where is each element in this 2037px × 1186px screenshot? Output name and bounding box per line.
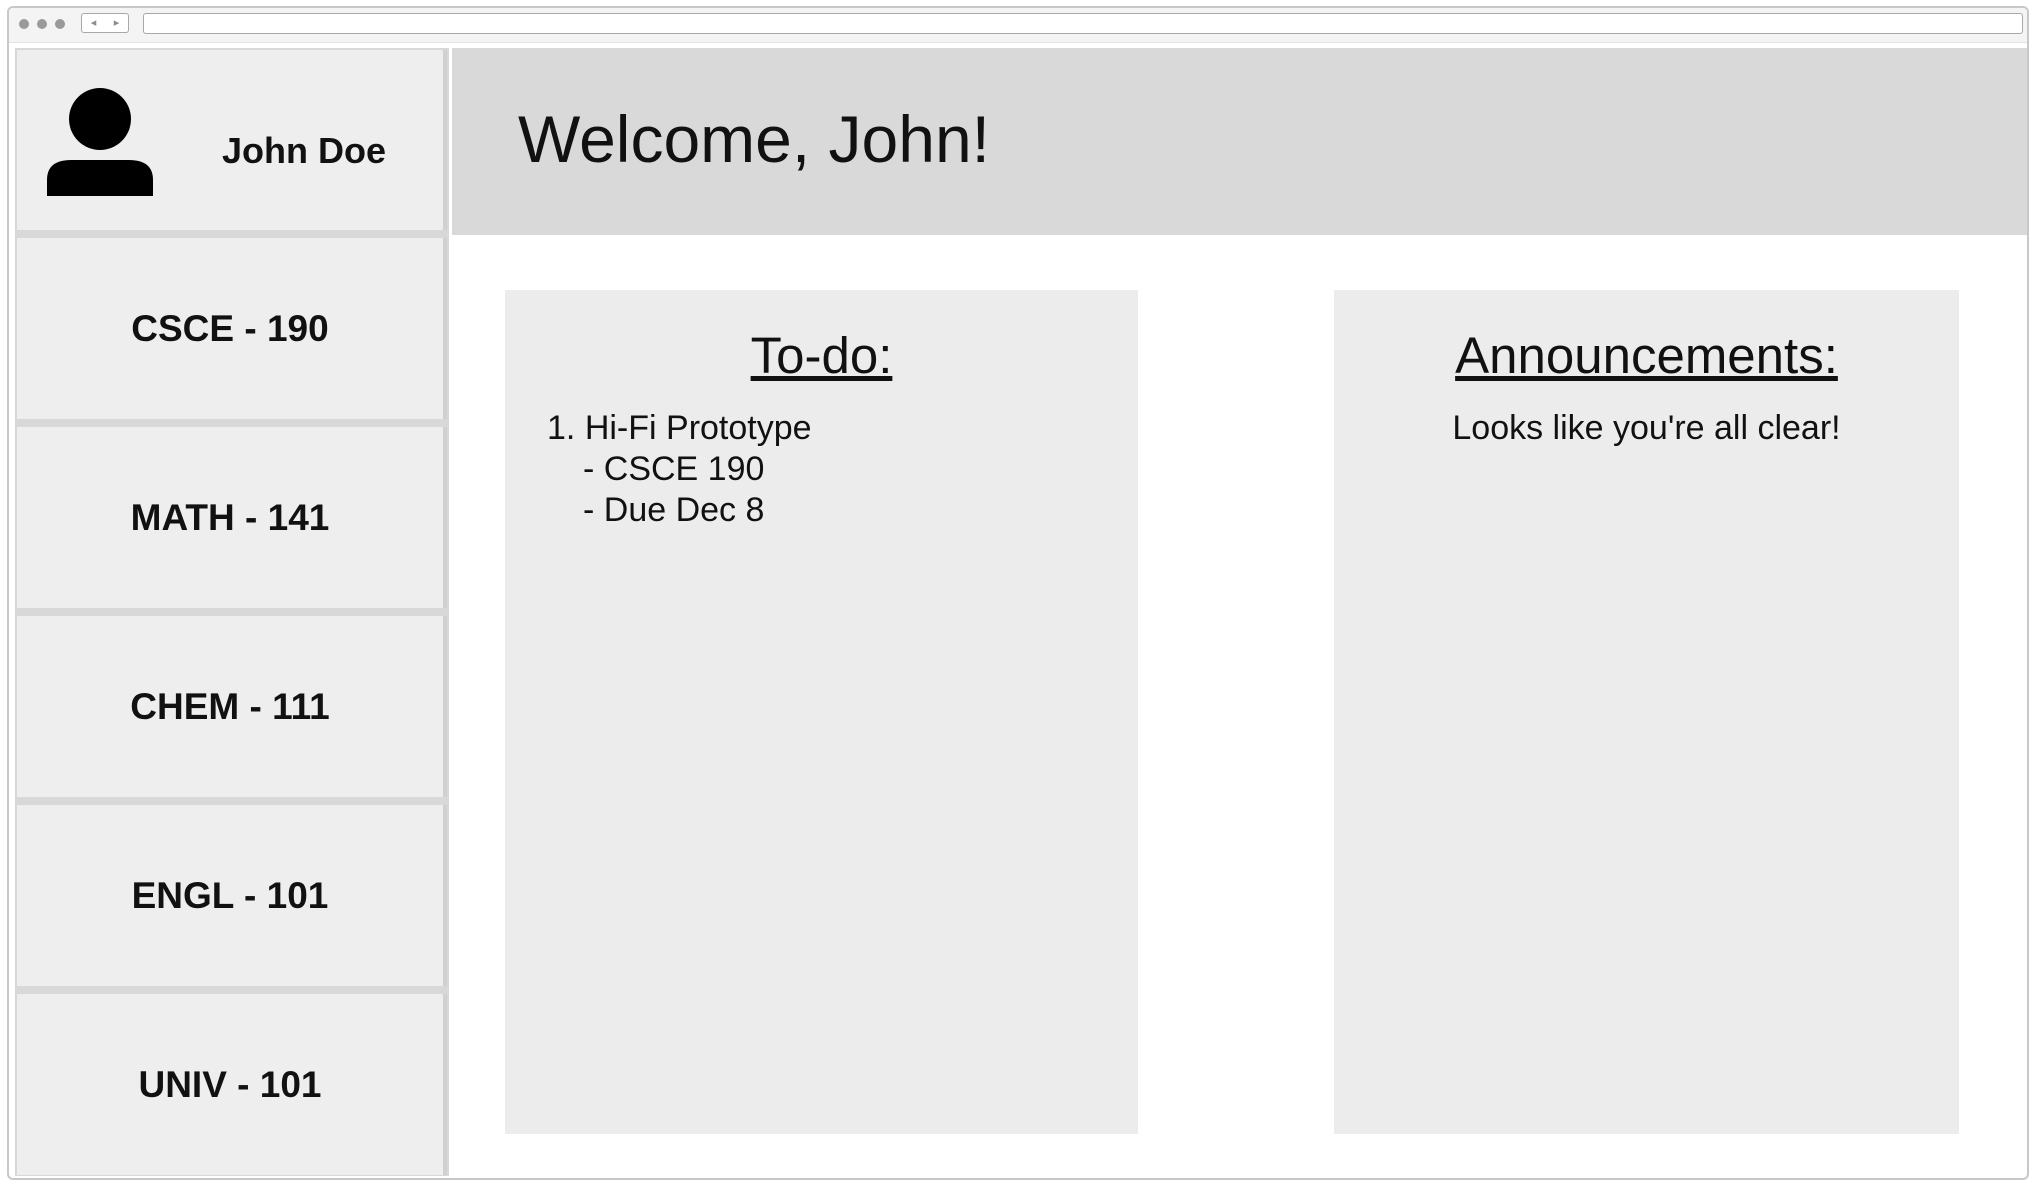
todo-item-name: Hi-Fi Prototype (584, 409, 812, 447)
page-title: Welcome, John! (518, 102, 990, 176)
todo-title: To-do: (750, 327, 893, 384)
announcements-title: Announcements: (1455, 327, 1838, 384)
window-control-dot[interactable] (37, 19, 47, 29)
todo-item-number: 1. (547, 409, 576, 447)
page-header: Welcome, John! (452, 48, 2027, 235)
browser-titlebar: ◂ ▸ (9, 8, 2027, 43)
announcements-panel: Announcements: Looks like you're all cle… (1334, 290, 1959, 1134)
sidebar-item-course[interactable]: UNIV - 101 (17, 994, 447, 1175)
window-control-dot[interactable] (55, 19, 65, 29)
todo-list: 1. Hi-Fi Prototype - CSCE 190 - Due Dec … (547, 408, 812, 531)
user-profile[interactable]: John Doe (17, 50, 447, 230)
back-arrow-icon[interactable]: ◂ (91, 17, 97, 29)
address-bar[interactable] (143, 13, 2023, 34)
sidebar-item-course[interactable]: MATH - 141 (17, 427, 447, 608)
announcements-message: Looks like you're all clear! (1452, 409, 1841, 447)
todo-item-due: - Due Dec 8 (583, 491, 765, 529)
sidebar: John Doe CSCE - 190 MATH - 141 CHEM - 11… (15, 48, 449, 1176)
user-icon (47, 88, 153, 196)
forward-arrow-icon[interactable]: ▸ (114, 17, 120, 29)
user-name: John Doe (222, 130, 387, 171)
sidebar-item-course[interactable]: CSCE - 190 (17, 238, 447, 419)
sidebar-item-course[interactable]: CHEM - 111 (17, 616, 447, 797)
todo-panel: To-do: 1. Hi-Fi Prototype - CSCE 190 - D… (505, 290, 1138, 1134)
sidebar-item-course[interactable]: ENGL - 101 (17, 805, 447, 986)
todo-item[interactable]: 1. Hi-Fi Prototype (547, 408, 812, 449)
todo-item-course: - CSCE 190 (583, 450, 765, 488)
window-control-dot[interactable] (19, 19, 29, 29)
browser-window: ◂ ▸ John Doe CSCE - 190 MATH - 141 CHEM … (7, 6, 2029, 1180)
browser-nav-buttons: ◂ ▸ (81, 13, 129, 33)
